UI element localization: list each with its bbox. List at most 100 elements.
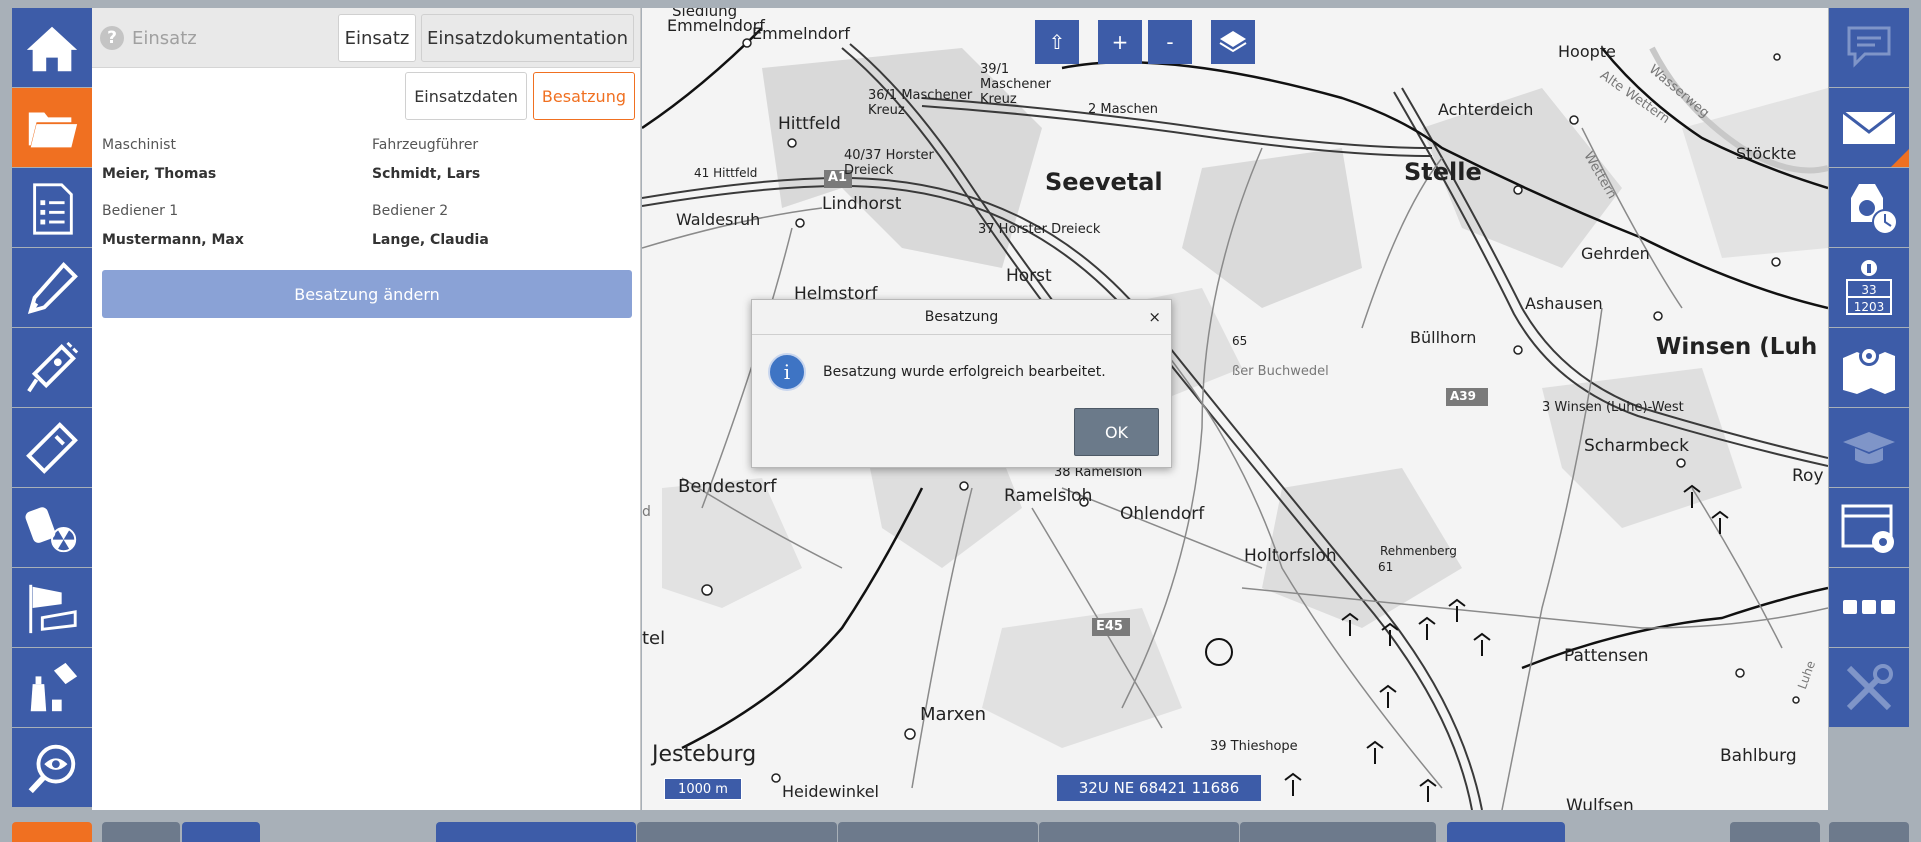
map-label: Büllhorn	[1410, 328, 1477, 347]
info-dialog: Besatzung × i Besatzung wurde erfolgreic…	[751, 299, 1172, 468]
home-icon	[26, 26, 78, 71]
subtab-besatzung[interactable]: Besatzung	[532, 72, 635, 120]
window-settings-icon	[1841, 504, 1894, 553]
info-code-icon: 33 1203	[1846, 259, 1892, 315]
subtab-einsatzdaten[interactable]: Einsatzdaten	[405, 72, 527, 120]
map-label: Rehmenberg	[1380, 544, 1457, 558]
bediener2-label: Bediener 2	[372, 203, 449, 219]
checklist-icon	[33, 182, 73, 235]
settings-button[interactable]	[1829, 488, 1909, 567]
bottom-tab[interactable]	[838, 822, 1038, 842]
left-sidebar	[12, 8, 92, 810]
training-button[interactable]	[1829, 408, 1909, 487]
pen-icon	[27, 261, 78, 314]
pen-button[interactable]	[12, 248, 92, 327]
layers-icon	[1219, 31, 1247, 53]
mail-button[interactable]	[1829, 88, 1909, 167]
bediener2-value: Lange, Claudia	[372, 232, 489, 248]
bottom-button[interactable]	[1730, 822, 1820, 842]
map-label: Hoopte	[1558, 42, 1616, 61]
checklist-button[interactable]	[12, 168, 92, 247]
map-label: 61	[1378, 560, 1394, 574]
help-button[interactable]: ? Einsatz	[100, 26, 197, 50]
map-label: ßer Buchwedel	[1232, 364, 1329, 379]
change-crew-button[interactable]: Besatzung ändern	[102, 270, 632, 318]
bottom-button[interactable]	[12, 822, 92, 842]
map-label: 37 Horster Dreieck	[978, 222, 1101, 237]
help-label: Einsatz	[132, 27, 197, 49]
map-north-button[interactable]: ⇧	[1035, 20, 1079, 64]
map-label: Lindhorst	[822, 194, 902, 214]
handheld-device-icon	[26, 421, 78, 474]
breathing-apparatus-button[interactable]	[1829, 168, 1909, 247]
map-label: 39 Thieshope	[1210, 739, 1298, 754]
bottom-tab[interactable]	[436, 822, 636, 842]
fahrzeugfuehrer-label: Fahrzeugführer	[372, 137, 479, 153]
bediener2-field: Bediener 2 Lange, Claudia	[372, 203, 489, 248]
more-button[interactable]	[1829, 568, 1909, 647]
map-label-seevetal: Seevetal	[1045, 168, 1163, 196]
dialog-title: Besatzung	[924, 309, 999, 325]
bottom-tab[interactable]	[1240, 822, 1436, 842]
bottom-button[interactable]	[1829, 822, 1909, 842]
dialog-close-button[interactable]: ×	[1148, 308, 1161, 326]
bottom-toolbar	[0, 822, 1921, 842]
map-pin-button[interactable]	[1829, 328, 1909, 407]
bottom-button[interactable]	[102, 822, 180, 842]
map-label-stelle: Stelle	[1404, 158, 1482, 186]
folder-button[interactable]	[12, 88, 92, 167]
home-button[interactable]	[12, 8, 92, 87]
map-label: 2 Maschen	[1088, 102, 1158, 117]
more-dots-icon	[1843, 599, 1895, 614]
info-code-button[interactable]: 33 1203	[1829, 248, 1909, 327]
map-label: 65	[1232, 334, 1248, 348]
bottom-tab[interactable]	[637, 822, 837, 842]
eye-search-icon	[28, 744, 76, 793]
bottom-tab[interactable]	[1039, 822, 1239, 842]
map-label: Pattensen	[1564, 646, 1649, 666]
layers-button[interactable]	[1211, 20, 1255, 64]
zoom-out-button[interactable]: -	[1148, 20, 1192, 64]
bottles-icon	[30, 662, 78, 711]
bottom-button[interactable]	[1447, 822, 1565, 842]
map-label: Gehrden	[1581, 244, 1650, 263]
bediener1-value: Mustermann, Max	[102, 232, 244, 248]
chat-button[interactable]	[1829, 8, 1909, 87]
map-label: 41 Hittfeld	[694, 166, 758, 180]
map-scale: 1000 m	[664, 778, 742, 800]
handheld-button[interactable]	[12, 408, 92, 487]
probe-button[interactable]	[12, 328, 92, 407]
eye-search-button[interactable]	[12, 728, 92, 807]
map-label: 36/1 Maschener Kreuz	[868, 88, 973, 118]
tools-button[interactable]	[1829, 648, 1909, 727]
question-icon: ?	[100, 26, 124, 50]
app-window: ? Einsatz Einsatz Einsatzdokumentation E…	[0, 0, 1921, 842]
map-label: 40/37 Horster Dreieck	[844, 148, 934, 178]
map-label: tel	[642, 628, 666, 649]
maschinist-label: Maschinist	[102, 137, 176, 153]
zoom-in-button[interactable]: +	[1098, 20, 1142, 64]
bediener1-label: Bediener 1	[102, 203, 179, 219]
map-label: Bahlburg	[1720, 746, 1797, 766]
dialog-message: Besatzung wurde erfolgreich bearbeitet.	[823, 364, 1106, 380]
maschinist-value: Meier, Thomas	[102, 166, 217, 182]
map-label: Ramelsloh	[1004, 486, 1093, 506]
dosimeter-button[interactable]	[12, 488, 92, 567]
bottles-button[interactable]	[12, 648, 92, 727]
map-label: Roy	[1792, 466, 1824, 486]
map-label: Ashausen	[1525, 294, 1603, 313]
tab-einsatz[interactable]: Einsatz	[338, 14, 416, 62]
map-label: Hittfeld	[778, 114, 841, 134]
windsock-button[interactable]	[12, 568, 92, 647]
tools-icon	[1846, 663, 1893, 710]
map-label: Bendestorf	[678, 476, 777, 497]
dosimeter-radiation-icon	[25, 506, 77, 552]
fahrzeugfuehrer-field: Fahrzeugführer Schmidt, Lars	[372, 137, 480, 182]
tab-einsatzdokumentation[interactable]: Einsatzdokumentation	[421, 14, 634, 62]
map-label: Waldesruh	[676, 210, 761, 229]
road-shield-a39: A39	[1450, 389, 1476, 403]
notification-corner	[1891, 149, 1909, 167]
map-label: 39/1 Maschener Kreuz	[980, 62, 1051, 107]
ok-button[interactable]: OK	[1074, 408, 1159, 456]
bottom-button[interactable]	[182, 822, 260, 842]
